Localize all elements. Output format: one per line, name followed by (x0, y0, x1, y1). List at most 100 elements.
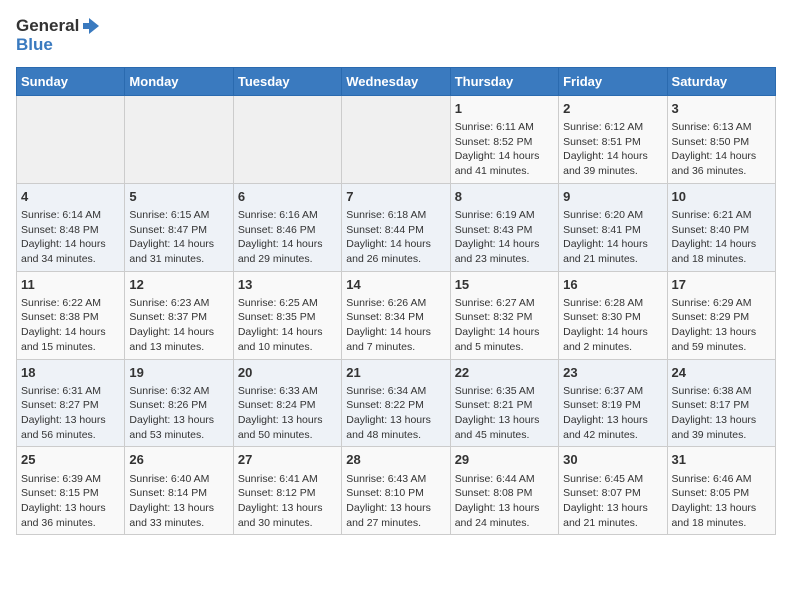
calendar-cell: 24 Sunrise: 6:38 AM Sunset: 8:17 PM Dayli… (667, 359, 775, 447)
logo-arrow-icon (81, 16, 101, 36)
day-number: 18 (21, 364, 120, 382)
calendar-cell: 26 Sunrise: 6:40 AM Sunset: 8:14 PM Dayli… (125, 447, 233, 535)
calendar-cell: 13Sunrise: 6:25 AM Sunset: 8:35 PM Dayli… (233, 271, 341, 359)
day-info: Sunrise: 6:33 AM Sunset: 8:24 PM Dayligh… (238, 384, 337, 443)
day-info: Sunrise: 6:39 AM Sunset: 8:15 PM Dayligh… (21, 472, 120, 531)
day-info: Sunrise: 6:29 AM Sunset: 8:29 PM Dayligh… (672, 296, 771, 355)
day-number: 22 (455, 364, 554, 382)
day-info: Sunrise: 6:25 AM Sunset: 8:35 PM Dayligh… (238, 296, 337, 355)
calendar-cell (17, 95, 125, 183)
day-number: 26 (129, 451, 228, 469)
day-number: 2 (563, 100, 662, 118)
day-info: Sunrise: 6:38 AM Sunset: 8:17 PM Dayligh… (672, 384, 771, 443)
day-info: Sunrise: 6:13 AM Sunset: 8:50 PM Dayligh… (672, 120, 771, 179)
calendar-cell: 2 Sunrise: 6:12 AM Sunset: 8:51 PM Daylig… (559, 95, 667, 183)
day-number: 7 (346, 188, 445, 206)
day-number: 27 (238, 451, 337, 469)
calendar-cell: 27 Sunrise: 6:41 AM Sunset: 8:12 PM Dayli… (233, 447, 341, 535)
day-info: Sunrise: 6:11 AM Sunset: 8:52 PM Dayligh… (455, 120, 554, 179)
calendar-cell: 21Sunrise: 6:34 AM Sunset: 8:22 PM Dayli… (342, 359, 450, 447)
day-info: Sunrise: 6:15 AM Sunset: 8:47 PM Dayligh… (129, 208, 228, 267)
week-row-2: 4 Sunrise: 6:14 AM Sunset: 8:48 PM Daylig… (17, 183, 776, 271)
day-info: Sunrise: 6:45 AM Sunset: 8:07 PM Dayligh… (563, 472, 662, 531)
header: General Blue (16, 16, 776, 55)
calendar-cell: 25 Sunrise: 6:39 AM Sunset: 8:15 PM Dayli… (17, 447, 125, 535)
col-header-saturday: Saturday (667, 67, 775, 95)
calendar-cell: 6 Sunrise: 6:16 AM Sunset: 8:46 PM Daylig… (233, 183, 341, 271)
calendar-cell: 1 Sunrise: 6:11 AM Sunset: 8:52 PM Daylig… (450, 95, 558, 183)
col-header-thursday: Thursday (450, 67, 558, 95)
day-info: Sunrise: 6:14 AM Sunset: 8:48 PM Dayligh… (21, 208, 120, 267)
col-header-monday: Monday (125, 67, 233, 95)
calendar-cell: 4 Sunrise: 6:14 AM Sunset: 8:48 PM Daylig… (17, 183, 125, 271)
day-info: Sunrise: 6:40 AM Sunset: 8:14 PM Dayligh… (129, 472, 228, 531)
day-number: 23 (563, 364, 662, 382)
day-info: Sunrise: 6:43 AM Sunset: 8:10 PM Dayligh… (346, 472, 445, 531)
calendar-cell: 31 Sunrise: 6:46 AM Sunset: 8:05 PM Dayli… (667, 447, 775, 535)
day-number: 8 (455, 188, 554, 206)
col-header-sunday: Sunday (17, 67, 125, 95)
day-number: 11 (21, 276, 120, 294)
calendar-cell: 28 Sunrise: 6:43 AM Sunset: 8:10 PM Dayli… (342, 447, 450, 535)
day-number: 28 (346, 451, 445, 469)
day-number: 12 (129, 276, 228, 294)
day-info: Sunrise: 6:31 AM Sunset: 8:27 PM Dayligh… (21, 384, 120, 443)
col-header-friday: Friday (559, 67, 667, 95)
day-number: 19 (129, 364, 228, 382)
day-info: Sunrise: 6:44 AM Sunset: 8:08 PM Dayligh… (455, 472, 554, 531)
day-number: 4 (21, 188, 120, 206)
col-header-wednesday: Wednesday (342, 67, 450, 95)
day-number: 14 (346, 276, 445, 294)
logo-blue: Blue (16, 36, 101, 55)
day-number: 24 (672, 364, 771, 382)
week-row-3: 11 Sunrise: 6:22 AM Sunset: 8:38 PM Dayli… (17, 271, 776, 359)
day-info: Sunrise: 6:41 AM Sunset: 8:12 PM Dayligh… (238, 472, 337, 531)
calendar-cell: 15 Sunrise: 6:27 AM Sunset: 8:32 PM Dayli… (450, 271, 558, 359)
day-info: Sunrise: 6:35 AM Sunset: 8:21 PM Dayligh… (455, 384, 554, 443)
calendar-cell: 16 Sunrise: 6:28 AM Sunset: 8:30 PM Dayli… (559, 271, 667, 359)
day-number: 31 (672, 451, 771, 469)
day-info: Sunrise: 6:19 AM Sunset: 8:43 PM Dayligh… (455, 208, 554, 267)
day-info: Sunrise: 6:37 AM Sunset: 8:19 PM Dayligh… (563, 384, 662, 443)
week-row-4: 18 Sunrise: 6:31 AM Sunset: 8:27 PM Dayli… (17, 359, 776, 447)
calendar-cell: 23 Sunrise: 6:37 AM Sunset: 8:19 PM Dayli… (559, 359, 667, 447)
logo-text: General Blue (16, 16, 101, 55)
calendar-cell: 9Sunrise: 6:20 AM Sunset: 8:41 PM Daylig… (559, 183, 667, 271)
calendar-cell: 30Sunrise: 6:45 AM Sunset: 8:07 PM Dayli… (559, 447, 667, 535)
week-row-1: 1 Sunrise: 6:11 AM Sunset: 8:52 PM Daylig… (17, 95, 776, 183)
day-info: Sunrise: 6:21 AM Sunset: 8:40 PM Dayligh… (672, 208, 771, 267)
day-number: 15 (455, 276, 554, 294)
calendar-cell (342, 95, 450, 183)
day-number: 3 (672, 100, 771, 118)
day-number: 20 (238, 364, 337, 382)
day-number: 25 (21, 451, 120, 469)
calendar-table: SundayMondayTuesdayWednesdayThursdayFrid… (16, 67, 776, 536)
calendar-cell (233, 95, 341, 183)
calendar-cell: 18 Sunrise: 6:31 AM Sunset: 8:27 PM Dayli… (17, 359, 125, 447)
day-info: Sunrise: 6:22 AM Sunset: 8:38 PM Dayligh… (21, 296, 120, 355)
day-number: 10 (672, 188, 771, 206)
col-header-tuesday: Tuesday (233, 67, 341, 95)
day-info: Sunrise: 6:12 AM Sunset: 8:51 PM Dayligh… (563, 120, 662, 179)
day-number: 5 (129, 188, 228, 206)
calendar-cell: 12 Sunrise: 6:23 AM Sunset: 8:37 PM Dayli… (125, 271, 233, 359)
calendar-cell: 19 Sunrise: 6:32 AM Sunset: 8:26 PM Dayli… (125, 359, 233, 447)
day-number: 17 (672, 276, 771, 294)
day-number: 21 (346, 364, 445, 382)
day-info: Sunrise: 6:16 AM Sunset: 8:46 PM Dayligh… (238, 208, 337, 267)
calendar-cell: 11 Sunrise: 6:22 AM Sunset: 8:38 PM Dayli… (17, 271, 125, 359)
day-number: 1 (455, 100, 554, 118)
day-info: Sunrise: 6:27 AM Sunset: 8:32 PM Dayligh… (455, 296, 554, 355)
day-number: 16 (563, 276, 662, 294)
day-number: 29 (455, 451, 554, 469)
day-info: Sunrise: 6:32 AM Sunset: 8:26 PM Dayligh… (129, 384, 228, 443)
day-info: Sunrise: 6:46 AM Sunset: 8:05 PM Dayligh… (672, 472, 771, 531)
day-info: Sunrise: 6:28 AM Sunset: 8:30 PM Dayligh… (563, 296, 662, 355)
header-row: SundayMondayTuesdayWednesdayThursdayFrid… (17, 67, 776, 95)
day-number: 6 (238, 188, 337, 206)
calendar-cell: 8 Sunrise: 6:19 AM Sunset: 8:43 PM Daylig… (450, 183, 558, 271)
calendar-cell: 3 Sunrise: 6:13 AM Sunset: 8:50 PM Daylig… (667, 95, 775, 183)
day-info: Sunrise: 6:23 AM Sunset: 8:37 PM Dayligh… (129, 296, 228, 355)
day-number: 9 (563, 188, 662, 206)
calendar-cell: 29 Sunrise: 6:44 AM Sunset: 8:08 PM Dayli… (450, 447, 558, 535)
